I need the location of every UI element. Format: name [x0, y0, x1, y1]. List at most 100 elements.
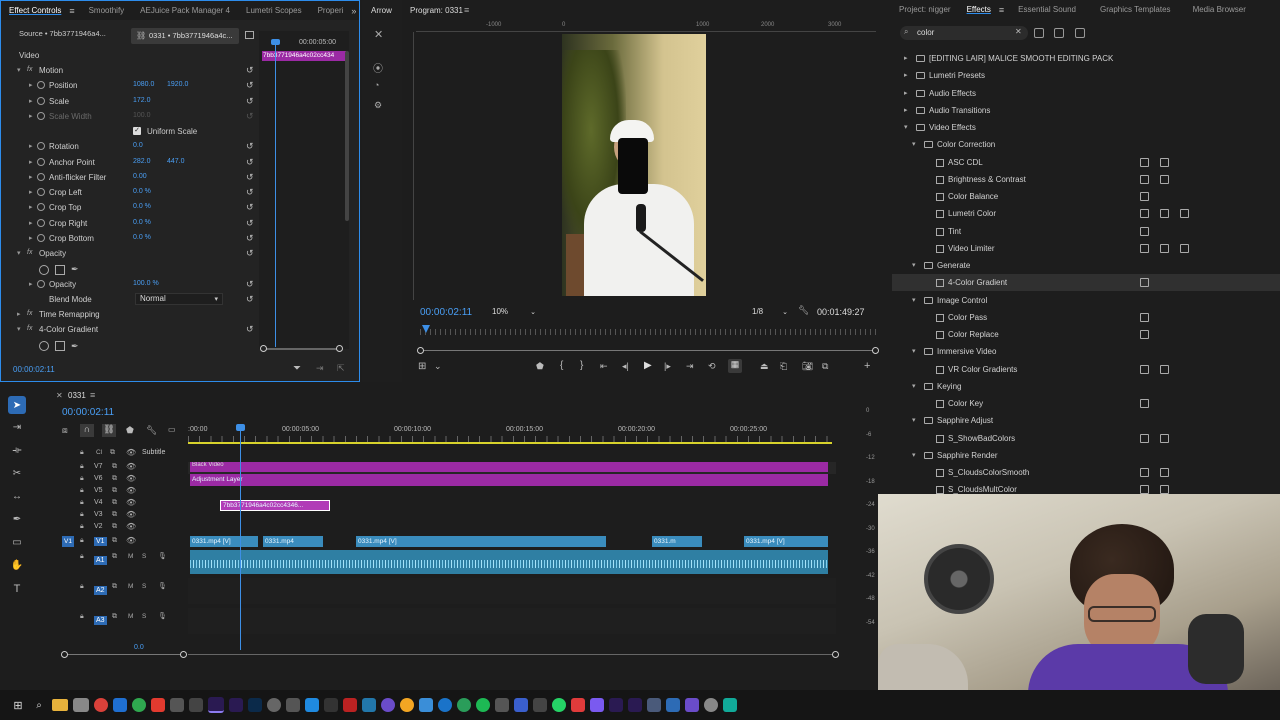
ec-value-1[interactable]: 0.00	[133, 173, 147, 180]
app-icon[interactable]	[362, 698, 376, 712]
rectangle-tool-icon[interactable]: ▭	[8, 533, 26, 551]
reset-icon[interactable]: ↺	[246, 187, 254, 198]
ec-row[interactable]: ▸ Position 1080.0 1920.0 ↺	[1, 78, 259, 93]
program-scrub-bar[interactable]	[420, 329, 876, 335]
play-icon[interactable]: ▶	[644, 360, 652, 371]
search-icon[interactable]: ⌕	[31, 700, 47, 711]
folder-icon[interactable]	[52, 699, 68, 711]
ec-value-1[interactable]: 100.0	[133, 112, 151, 119]
app-icon[interactable]	[685, 698, 699, 712]
app-icon[interactable]	[324, 698, 338, 712]
tab-properties[interactable]: Properi	[310, 1, 352, 20]
chevron-right-icon[interactable]: ▸	[29, 142, 33, 150]
chevron-down-icon[interactable]: ▾	[904, 123, 908, 131]
safe-margins-icon[interactable]: ▦	[728, 359, 742, 373]
chevron-down-icon[interactable]: ▾	[912, 347, 916, 355]
effects-tree-item[interactable]: 4-Color Gradient	[892, 274, 1280, 292]
v1-clip[interactable]: 0331.mp4	[263, 536, 323, 547]
source-selector[interactable]: Source • 7bb3771946a4...	[19, 29, 129, 43]
track-header[interactable]: 🔒︎ V5 ⧉ 👁︎	[60, 486, 188, 498]
v1-clip[interactable]: 0331.mp4 [V]	[356, 536, 606, 547]
link-icon[interactable]: ⛓	[136, 31, 146, 40]
stopwatch-icon[interactable]	[37, 233, 45, 242]
premiere-icon[interactable]	[208, 697, 224, 713]
effects-tree-item[interactable]: ▸ Audio Transitions	[892, 102, 1280, 119]
eye-icon[interactable]: 👁︎	[126, 536, 136, 545]
effects-tree-item[interactable]: S_CloudsColorSmooth	[892, 464, 1280, 481]
step-forward-icon[interactable]: |▸	[664, 361, 671, 372]
track-header[interactable]: V1 🔒︎ V1 ⧉ 👁︎	[60, 536, 188, 548]
mute-icon[interactable]: M	[128, 583, 133, 590]
program-menu-icon[interactable]: ≡	[464, 5, 469, 15]
chevron-right-icon[interactable]: ▸	[29, 112, 33, 120]
ec-row[interactable]: Blend Mode Normal ▾ ↺	[1, 292, 259, 307]
panel-menu-icon[interactable]: ≡	[999, 5, 1004, 15]
slip-tool-icon[interactable]: ↔	[8, 487, 26, 505]
app-icon[interactable]	[723, 698, 737, 712]
stopwatch-icon[interactable]	[37, 111, 45, 120]
v1-clip[interactable]: 0331.m	[652, 536, 702, 547]
effects-tree-item[interactable]: Color Pass	[892, 309, 1280, 326]
reset-icon[interactable]: ↺	[246, 65, 254, 76]
a1-audio-clip[interactable]	[190, 550, 828, 574]
lock-icon[interactable]: 🔒︎	[80, 523, 84, 531]
track-header[interactable]: 🔒︎ V7 ⧉ 👁︎	[60, 462, 188, 474]
reset-icon[interactable]: ↺	[246, 324, 254, 335]
close-icon[interactable]: ✕	[374, 28, 383, 41]
effects-tree-item[interactable]: ▸ [EDITING LAIR] MALICE SMOOTH EDITING PA…	[892, 50, 1280, 67]
effects-tree-item[interactable]: ▾ Immersive Video	[892, 343, 1280, 360]
sync-lock-icon[interactable]: ⧉	[112, 487, 117, 495]
loop-icon[interactable]: ⟲	[708, 361, 716, 372]
eye-icon[interactable]: 👁︎	[126, 462, 136, 471]
pen-tool-icon[interactable]: ✒	[8, 510, 26, 528]
ec-row[interactable]: ▸ Scale Width 100.0 ↺	[1, 109, 259, 124]
tab-effects[interactable]: Effects	[959, 0, 999, 19]
reset-icon[interactable]: ↺	[246, 80, 254, 91]
fx-badge-icon[interactable]: fx	[27, 66, 32, 73]
app-icon[interactable]	[189, 698, 203, 712]
photoshop-icon[interactable]	[248, 698, 262, 712]
reset-icon[interactable]: ↺	[246, 172, 254, 183]
ec-row[interactable]: ▸ Rotation 0.0 ↺	[1, 139, 259, 154]
tab-lumetri-scopes[interactable]: Lumetri Scopes	[238, 1, 310, 20]
chevron-down-icon[interactable]: ▾	[912, 261, 916, 269]
mic-icon[interactable]: 🎙︎	[158, 582, 167, 590]
track-header[interactable]: 🔒︎ V2 ⧉ 👁︎	[60, 522, 188, 534]
sequence-menu-icon[interactable]: ≡	[90, 390, 95, 400]
black-video-clip[interactable]: Black Video	[190, 462, 828, 472]
tab-smoothify[interactable]: Smoothify	[81, 1, 133, 20]
uniform-scale-checkbox[interactable]: ✓	[133, 127, 141, 135]
export-icon[interactable]: ⇱	[337, 363, 345, 374]
chevron-down-icon[interactable]: ▾	[17, 325, 21, 333]
v4-clip[interactable]: 7bb3771946a4c02cc4346...	[220, 500, 330, 511]
windows-start-icon[interactable]: ⊞	[10, 699, 26, 712]
ripple-icon[interactable]: ◔	[374, 80, 379, 90]
reset-icon[interactable]: ↺	[246, 96, 254, 107]
zoom-handle-right[interactable]	[872, 347, 879, 354]
effects-tree-item[interactable]: ▾ Sapphire Render	[892, 447, 1280, 464]
app-icon[interactable]	[343, 698, 357, 712]
fx-badge-icon[interactable]: fx	[27, 249, 32, 256]
eye-icon[interactable]: 👁︎	[126, 448, 136, 457]
zoom-handle-left[interactable]	[61, 651, 68, 658]
more-tabs-icon[interactable]: »	[351, 6, 356, 16]
mute-icon[interactable]: M	[128, 553, 133, 560]
lift-icon[interactable]: ⏏	[760, 361, 769, 372]
chevron-right-icon[interactable]: ▸	[904, 89, 908, 97]
time-ruler[interactable]: :00:00 00:00:05:00 00:00:10:00 00:00:15:…	[188, 426, 832, 446]
mic-icon[interactable]: 🎙︎	[158, 552, 167, 560]
app-icon[interactable]	[533, 698, 547, 712]
rect-mask-icon[interactable]	[55, 341, 65, 351]
ec-zoom-handle-left[interactable]	[260, 345, 267, 352]
chevron-right-icon[interactable]: ▸	[29, 158, 33, 166]
panel-menu-icon[interactable]: ≡	[69, 6, 74, 16]
program-timecode[interactable]: 00:00:02:11	[420, 307, 472, 318]
solo-icon[interactable]: S	[142, 553, 146, 560]
tab-effect-controls[interactable]: Effect Controls	[1, 1, 69, 20]
timeline-playhead-head[interactable]	[236, 424, 245, 431]
sync-lock-icon[interactable]: ⧉	[112, 463, 117, 471]
chevron-down-icon[interactable]: ▾	[912, 416, 916, 424]
reset-icon[interactable]: ↺	[246, 218, 254, 229]
blend-mode-select[interactable]: Normal ▾	[135, 292, 223, 305]
effects-tree-item[interactable]: Brightness & Contrast	[892, 171, 1280, 188]
